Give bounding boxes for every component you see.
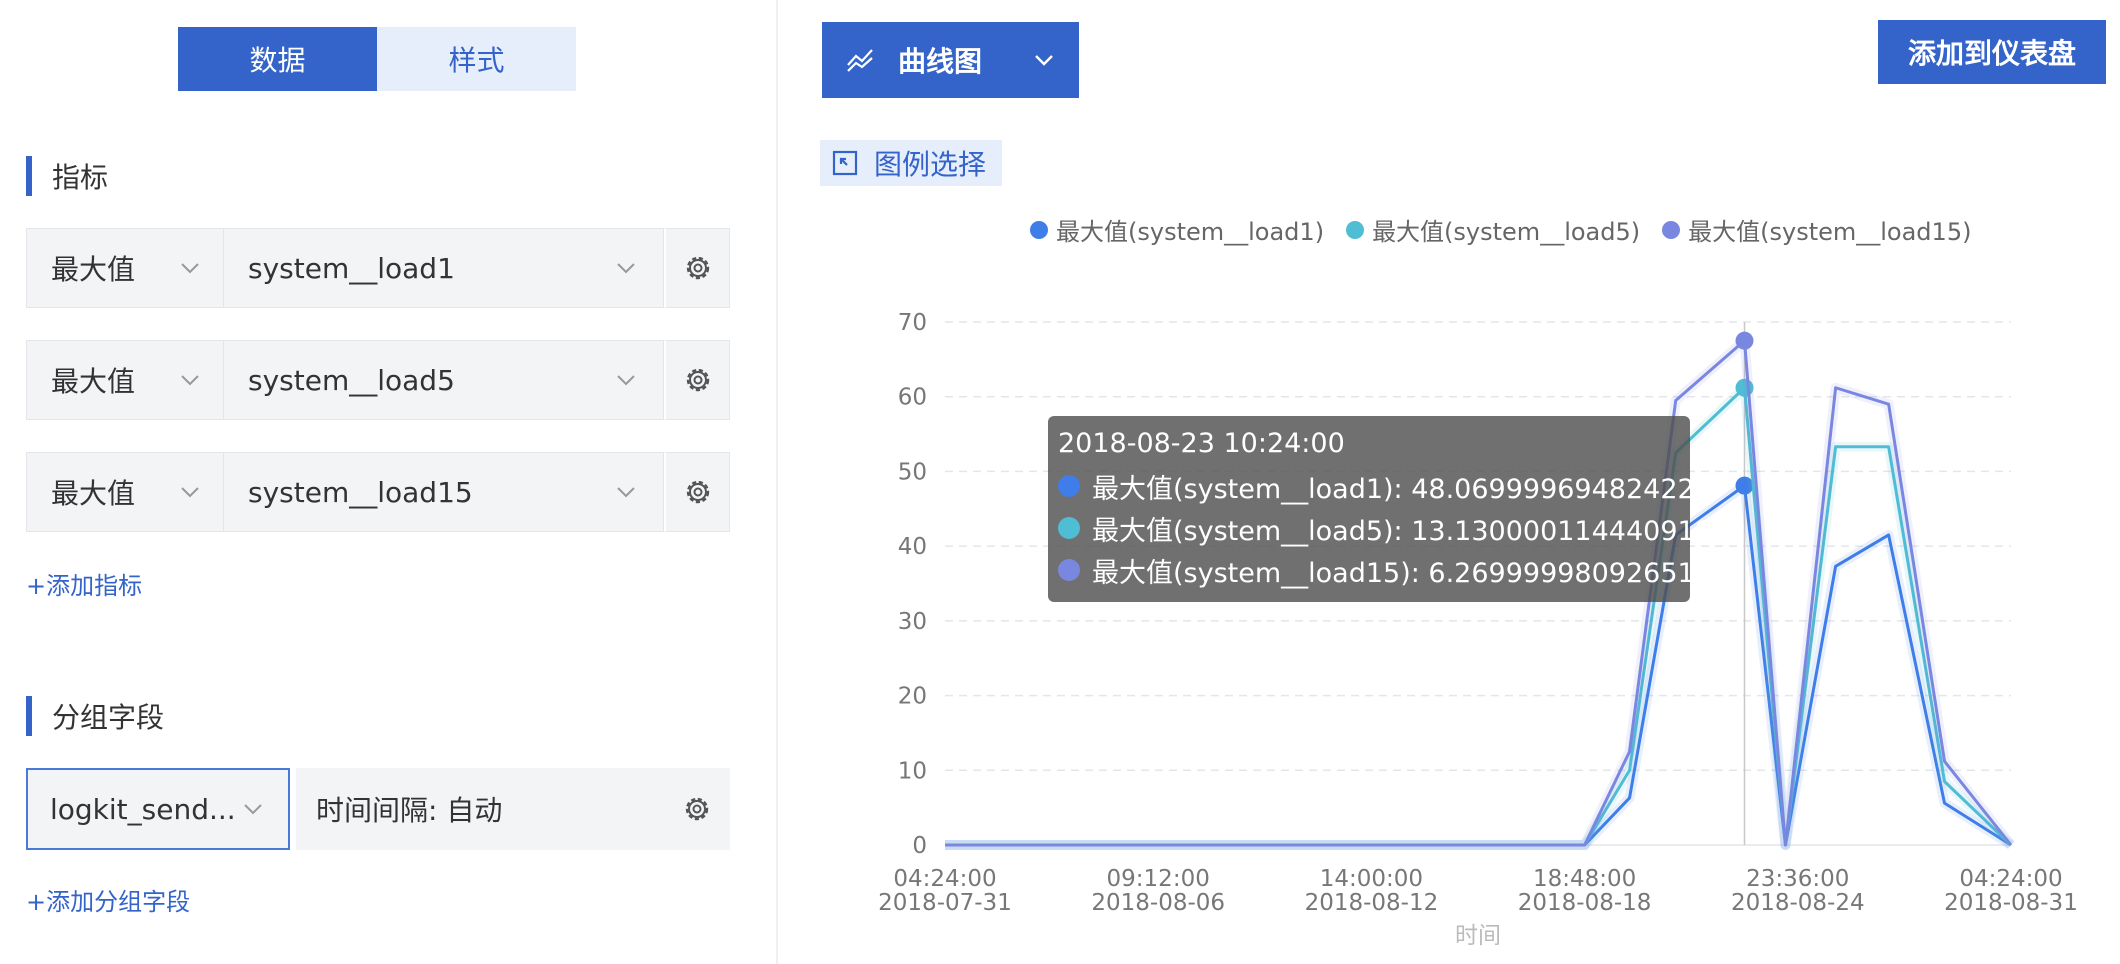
group-field-select[interactable]: logkit_send...: [26, 768, 290, 850]
chevron-down-icon: [179, 481, 201, 503]
metric-row-3: 最大值 system__load15: [26, 452, 730, 532]
chevron-down-icon: [242, 798, 264, 820]
tooltip-value: 最大值(system__load5): 13.130000114440918: [1092, 515, 1712, 547]
aggregation-value: 最大值: [51, 253, 136, 286]
add-group-field-link[interactable]: +添加分组字段: [26, 882, 190, 917]
x-tick-time: 04:24:00: [1959, 866, 2062, 892]
time-interval-label: 时间间隔: 自动: [316, 794, 503, 827]
gear-icon: [686, 256, 709, 280]
metric-row-2: 最大值 system__load5: [26, 340, 730, 420]
time-interval-setting[interactable]: 时间间隔: 自动: [296, 768, 730, 850]
metric-field-value: system__load5: [248, 363, 455, 397]
chevron-down-icon: [179, 369, 201, 391]
tooltip-value: 最大值(system__load1): 48.06999969482422: [1092, 473, 1695, 505]
metric-field-select[interactable]: system__load1: [224, 228, 664, 308]
y-tick-label: 20: [898, 684, 927, 710]
metric-row-1: 最大值 system__load1: [26, 228, 730, 308]
y-tick-label: 30: [898, 609, 927, 635]
x-tick-time: 04:24:00: [893, 866, 996, 892]
x-tick-date: 2018-08-31: [1944, 890, 2078, 916]
aggregation-select[interactable]: 最大值: [26, 452, 224, 532]
mode-tabs: 数据 样式: [178, 27, 576, 91]
y-tick-label: 40: [898, 534, 927, 560]
x-tick-date: 2018-07-31: [878, 890, 1012, 916]
group-section-title: 分组字段: [26, 696, 164, 736]
metric-field-select[interactable]: system__load15: [224, 452, 664, 532]
x-tick-time: 18:48:00: [1533, 866, 1636, 892]
x-tick-time: 09:12:00: [1107, 866, 1210, 892]
tooltip-time: 2018-08-23 10:24:00: [1058, 428, 1345, 459]
chart-tooltip: 2018-08-23 10:24:00 最大值(system__load1): …: [1048, 416, 1712, 602]
chevron-down-icon: [179, 257, 201, 279]
tab-style[interactable]: 样式: [377, 27, 576, 91]
metric-settings-button[interactable]: [664, 340, 730, 420]
metrics-section-title: 指标: [26, 156, 108, 196]
group-title: 分组字段: [52, 701, 165, 734]
gear-icon: [686, 368, 709, 392]
tooltip-row: 最大值(system__load1): 48.06999969482422: [1058, 465, 1695, 507]
x-tick-date: 2018-08-12: [1305, 890, 1439, 916]
add-metric-link[interactable]: +添加指标: [26, 566, 142, 601]
section-marker: [26, 696, 32, 736]
x-tick-date: 2018-08-18: [1518, 890, 1652, 916]
gear-icon: [686, 480, 709, 504]
x-tick-date: 2018-08-06: [1091, 890, 1225, 916]
aggregation-value: 最大值: [51, 365, 136, 398]
aggregation-select[interactable]: 最大值: [26, 340, 224, 420]
hover-point: [1735, 331, 1754, 350]
metric-field-value: system__load1: [248, 251, 455, 285]
y-tick-label: 0: [912, 833, 927, 859]
metric-settings-button[interactable]: [664, 228, 730, 308]
chevron-down-icon: [615, 257, 637, 279]
tooltip-dot: [1058, 559, 1080, 581]
y-tick-label: 60: [898, 385, 927, 411]
x-tick-time: 14:00:00: [1320, 866, 1423, 892]
aggregation-select[interactable]: 最大值: [26, 228, 224, 308]
section-marker: [26, 156, 32, 196]
x-tick-date: 2018-08-24: [1731, 890, 1865, 916]
tooltip-dot: [1058, 475, 1080, 497]
metric-settings-button[interactable]: [664, 452, 730, 532]
tooltip-row: 最大值(system__load5): 13.130000114440918: [1058, 507, 1712, 549]
metric-field-select[interactable]: system__load5: [224, 340, 664, 420]
group-field-value: logkit_send...: [50, 792, 236, 826]
metric-field-value: system__load15: [248, 475, 473, 509]
right-panel: 曲线图 添加到仪表盘 图例选择 最大值(system__load1) 最大值(s…: [780, 0, 2120, 964]
tab-data[interactable]: 数据: [178, 27, 377, 91]
tooltip-value: 最大值(system__load15): 6.269999980926514: [1092, 557, 1712, 589]
aggregation-value: 最大值: [51, 477, 136, 510]
y-tick-label: 50: [898, 459, 927, 485]
x-axis-label: 时间: [1455, 923, 1501, 949]
tooltip-dot: [1058, 517, 1080, 539]
metrics-title: 指标: [52, 161, 109, 194]
y-tick-label: 10: [898, 758, 927, 784]
x-tick-time: 23:36:00: [1746, 866, 1849, 892]
group-row: logkit_send... 时间间隔: 自动: [26, 768, 730, 850]
chevron-down-icon: [615, 481, 637, 503]
left-panel: 数据 样式 指标 最大值 system__load1 最大值 system__l…: [0, 0, 778, 964]
gear-icon[interactable]: [682, 794, 712, 824]
tooltip-row: 最大值(system__load15): 6.269999980926514: [1058, 549, 1712, 591]
chevron-down-icon: [615, 369, 637, 391]
y-tick-label: 70: [898, 310, 927, 336]
